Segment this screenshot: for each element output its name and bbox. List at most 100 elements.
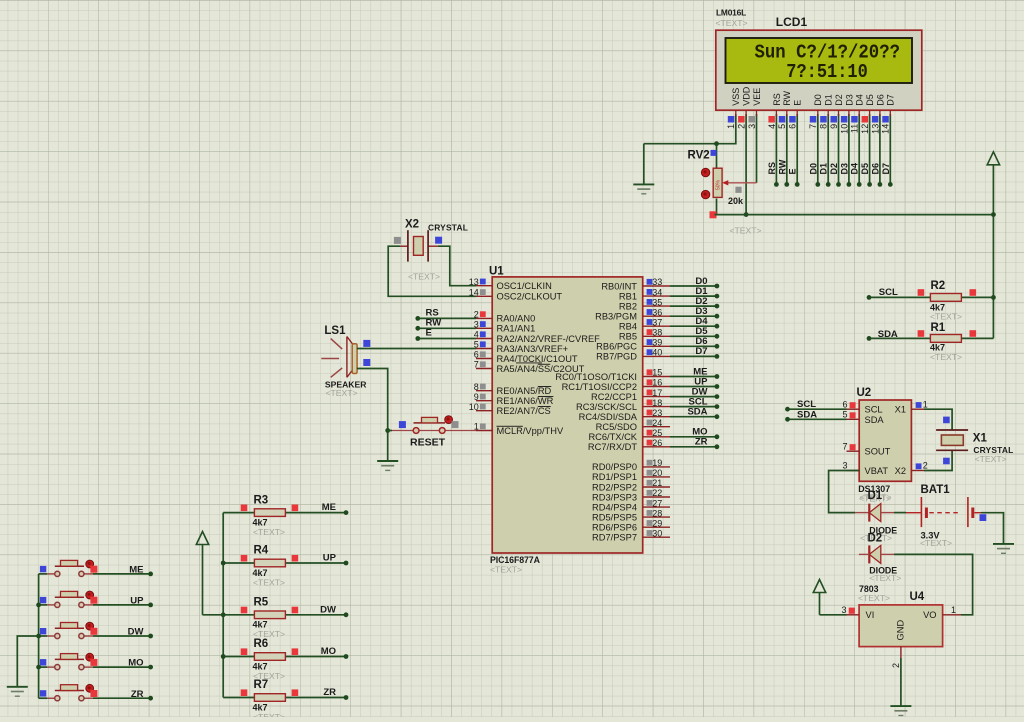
svg-text:RB5: RB5 (619, 332, 637, 342)
svg-text:D0: D0 (808, 163, 818, 175)
svg-text:38: 38 (652, 328, 662, 338)
svg-text:RD7/PSP7: RD7/PSP7 (592, 533, 637, 543)
svg-text:SOUT: SOUT (865, 447, 891, 457)
svg-text:RA0/AN0: RA0/AN0 (497, 314, 536, 324)
svg-text:<TEXT>: <TEXT> (975, 454, 1007, 464)
svg-text:1: 1 (951, 605, 956, 615)
svg-text:MO: MO (128, 658, 143, 669)
svg-text:RB1: RB1 (619, 291, 637, 301)
svg-text:U4: U4 (910, 591, 925, 603)
svg-text:1: 1 (726, 124, 736, 129)
svg-text:50%: 50% (715, 179, 721, 190)
svg-text:X2: X2 (895, 466, 906, 476)
svg-text:U1: U1 (489, 266, 504, 278)
svg-text:<TEXT>: <TEXT> (920, 538, 952, 548)
svg-text:7: 7 (842, 441, 847, 451)
svg-text:RD5/PSP5: RD5/PSP5 (592, 512, 637, 522)
svg-text:RA3/AN3/VREF+: RA3/AN3/VREF+ (497, 344, 569, 354)
svg-text:X1: X1 (973, 433, 988, 445)
svg-text:DW: DW (128, 627, 144, 638)
svg-text:D1: D1 (868, 490, 883, 502)
svg-text:<TEXT>: <TEXT> (858, 593, 890, 603)
svg-text:RB0/INT: RB0/INT (601, 281, 637, 291)
svg-text:RB3/PGM: RB3/PGM (595, 312, 637, 322)
svg-text:R5: R5 (254, 597, 269, 609)
svg-text:40: 40 (652, 348, 662, 358)
svg-text:RD4/PSP4: RD4/PSP4 (592, 502, 637, 512)
svg-text:30: 30 (652, 528, 662, 538)
svg-text:<TEXT>: <TEXT> (408, 272, 440, 282)
svg-text:ZR: ZR (695, 437, 708, 448)
svg-text:OSC1/CLKIN: OSC1/CLKIN (497, 281, 552, 291)
svg-text:OSC2/CLKOUT: OSC2/CLKOUT (497, 292, 563, 302)
svg-text:RS: RS (767, 162, 777, 175)
svg-text:U2: U2 (857, 387, 872, 399)
svg-text:17: 17 (652, 388, 662, 398)
svg-text:D2: D2 (834, 94, 844, 106)
svg-text:RC5/SDO: RC5/SDO (596, 422, 637, 432)
svg-text:3: 3 (747, 124, 757, 129)
svg-text:4k7: 4k7 (253, 661, 268, 671)
svg-text:26: 26 (652, 438, 662, 448)
svg-text:4k7: 4k7 (253, 518, 268, 528)
svg-text:D4: D4 (855, 94, 865, 106)
svg-text:6: 6 (474, 350, 479, 360)
svg-text:27: 27 (652, 498, 662, 508)
svg-text:10: 10 (839, 124, 849, 134)
svg-text:11: 11 (850, 124, 860, 133)
svg-text:7: 7 (808, 124, 818, 129)
svg-text:VEE: VEE (752, 88, 762, 106)
svg-text:9: 9 (474, 392, 479, 402)
svg-text:16: 16 (652, 378, 662, 388)
svg-text:E: E (788, 168, 798, 174)
svg-text:CRYSTAL: CRYSTAL (428, 222, 468, 232)
svg-text:2: 2 (737, 124, 747, 129)
svg-text:<TEXT>: <TEXT> (253, 527, 285, 537)
svg-text:4k7: 4k7 (253, 568, 268, 578)
svg-text:SCL: SCL (865, 405, 883, 415)
svg-text:RV2: RV2 (688, 150, 710, 162)
svg-text:10: 10 (469, 402, 479, 412)
svg-text:D0: D0 (813, 94, 823, 106)
svg-text:8: 8 (819, 124, 829, 129)
svg-text:<TEXT>: <TEXT> (253, 577, 285, 587)
svg-text:RB6/PGC: RB6/PGC (596, 342, 637, 352)
svg-text:13: 13 (870, 124, 880, 134)
svg-text:RE0/AN5/RD: RE0/AN5/RD (497, 386, 552, 396)
svg-text:7?:51:10: 7?:51:10 (786, 61, 868, 83)
svg-text:D6: D6 (870, 163, 880, 175)
svg-text:4k7: 4k7 (930, 343, 945, 353)
svg-text:PIC16F877A: PIC16F877A (490, 555, 541, 565)
svg-text:<TEXT>: <TEXT> (490, 564, 522, 574)
svg-text:25: 25 (652, 428, 662, 438)
svg-text:RC2/CCP1: RC2/CCP1 (591, 392, 637, 402)
svg-text:RD0/PSP0: RD0/PSP0 (592, 462, 637, 472)
svg-text:D3: D3 (844, 94, 854, 106)
svg-text:SDA: SDA (797, 409, 817, 420)
svg-text:15: 15 (652, 368, 662, 378)
svg-text:R2: R2 (931, 280, 946, 292)
svg-text:ZR: ZR (323, 687, 336, 698)
svg-text:RD1/PSP1: RD1/PSP1 (592, 472, 637, 482)
svg-text:14: 14 (881, 124, 891, 134)
svg-text:LM016L: LM016L (716, 8, 746, 18)
svg-text:5: 5 (842, 410, 847, 420)
svg-text:19: 19 (652, 458, 662, 468)
svg-text:4: 4 (767, 124, 777, 129)
svg-text:DW: DW (320, 604, 336, 615)
svg-text:VI: VI (866, 610, 875, 620)
svg-text:4k7: 4k7 (253, 620, 268, 630)
svg-text:<TEXT>: <TEXT> (326, 388, 358, 398)
svg-text:RE1/AN6/WR: RE1/AN6/WR (497, 396, 554, 406)
svg-text:RC7/RX/DT: RC7/RX/DT (588, 442, 637, 452)
svg-text:RC1/T1OSI/CCP2: RC1/T1OSI/CCP2 (562, 382, 637, 392)
svg-text:RA2/AN2/VREF-/CVREF: RA2/AN2/VREF-/CVREF (497, 334, 601, 344)
svg-text:D2: D2 (829, 163, 839, 175)
svg-text:D7: D7 (881, 163, 891, 175)
svg-text:22: 22 (652, 488, 662, 498)
svg-text:2: 2 (923, 461, 928, 471)
svg-text:LS1: LS1 (324, 325, 346, 337)
svg-text:D6: D6 (875, 94, 885, 106)
svg-text:<TEXT>: <TEXT> (869, 573, 901, 583)
svg-text:RC4/SDI/SDA: RC4/SDI/SDA (579, 412, 638, 422)
